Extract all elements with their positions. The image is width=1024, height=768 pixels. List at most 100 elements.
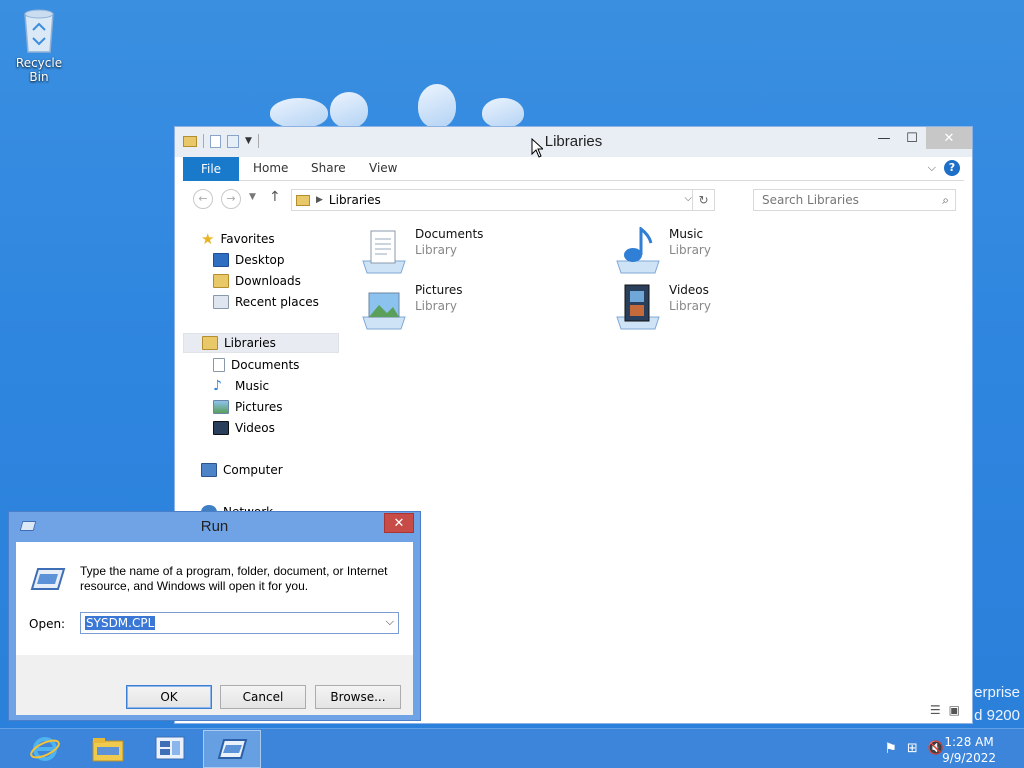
details-view-icon[interactable]: ☰ [930, 703, 941, 717]
nav-favorites[interactable]: ★ Favorites [201, 229, 275, 249]
refresh-icon[interactable]: ↻ [692, 190, 714, 210]
nav-documents[interactable]: Documents [213, 355, 299, 375]
chevron-down-icon[interactable]: ⌵ [386, 615, 394, 629]
back-button[interactable]: ← [193, 189, 213, 209]
documents-icon [213, 358, 225, 372]
libraries-icon [202, 336, 218, 350]
library-music[interactable]: Music Library [615, 227, 711, 275]
address-row: ← → ▼ ↑ ▶ Libraries ⌵ ↻ Search Libraries… [183, 181, 964, 217]
tab-file[interactable]: File [183, 157, 239, 181]
nav-label: Recent places [235, 295, 319, 309]
recent-places-icon [213, 295, 229, 309]
minimize-button[interactable]: — [870, 127, 898, 149]
clock[interactable]: 1:28 AM 9/9/2022 [942, 734, 996, 766]
recent-locations-icon[interactable]: ▼ [249, 192, 256, 202]
nav-label: Computer [223, 463, 283, 477]
documents-library-icon [362, 230, 406, 274]
nav-computer[interactable]: Computer [201, 460, 283, 480]
network-icon[interactable]: ⊞ [907, 741, 918, 757]
nav-pictures[interactable]: Pictures [213, 397, 283, 417]
address-bar[interactable]: ▶ Libraries ⌵ ↻ [291, 189, 715, 211]
close-button[interactable]: ✕ [926, 127, 972, 149]
file-explorer-button[interactable] [79, 730, 137, 768]
computer-icon [201, 463, 217, 477]
library-type: Library [669, 299, 711, 313]
address-dropdown-icon[interactable]: ⌵ [684, 193, 692, 204]
library-name: Music [669, 227, 704, 241]
wallpaper-petal [418, 84, 456, 128]
nav-label: Pictures [235, 400, 283, 414]
window-controls: — ☐ ✕ [870, 127, 972, 149]
open-input-value[interactable]: SYSDM.CPL [85, 616, 156, 630]
run-titlebar[interactable]: Run ✕ [9, 512, 420, 542]
search-icon[interactable]: ⌕ [942, 190, 949, 210]
nav-label: Downloads [235, 274, 301, 288]
status-bar: ☰ ▣ [930, 703, 960, 717]
close-button[interactable]: ✕ [384, 513, 414, 533]
watermark-line2: d 9200 [974, 707, 1020, 724]
nav-videos[interactable]: Videos [213, 418, 275, 438]
ok-button[interactable]: OK [126, 685, 212, 709]
search-input[interactable]: Search Libraries ⌕ [753, 189, 956, 211]
file-explorer-icon [92, 738, 124, 762]
taskbar: ⚑ ⊞ 🔇 1:28 AM 9/9/2022 [0, 728, 1024, 768]
library-videos[interactable]: Videos Library [615, 283, 711, 331]
forward-button[interactable]: → [221, 189, 241, 209]
recycle-bin-icon [24, 9, 54, 53]
action-center-flag-icon[interactable]: ⚑ [884, 741, 897, 757]
run-taskbar-button[interactable] [203, 730, 261, 768]
content-pane: Documents Library Music Library Pictures Li… [359, 223, 964, 699]
clock-time: 1:28 AM [944, 735, 994, 749]
server-manager-icon [155, 736, 185, 760]
breadcrumb-separator-icon: ▶ [316, 195, 323, 205]
library-pictures[interactable]: Pictures Library [361, 283, 463, 331]
up-button[interactable]: ↑ [269, 189, 281, 205]
maximize-button[interactable]: ☐ [898, 127, 926, 149]
pictures-library-icon [362, 292, 406, 330]
library-name: Videos [669, 283, 709, 297]
search-placeholder: Search Libraries [762, 193, 859, 207]
tab-share[interactable]: Share [311, 161, 346, 175]
desktop-icon [213, 253, 229, 267]
library-type: Library [415, 243, 457, 257]
server-manager-button[interactable] [141, 730, 199, 768]
open-combobox[interactable]: SYSDM.CPL ⌵ [80, 612, 399, 634]
nav-desktop[interactable]: Desktop [213, 250, 285, 270]
cancel-button[interactable]: Cancel [220, 685, 306, 709]
library-documents[interactable]: Documents Library [361, 227, 483, 275]
nav-libraries[interactable]: Libraries [183, 333, 339, 353]
nav-downloads[interactable]: Downloads [213, 271, 301, 291]
run-dialog: Run ✕ Type the name of a program, folder… [8, 511, 421, 721]
tab-home[interactable]: Home [253, 161, 288, 175]
expand-ribbon-icon[interactable]: ⌵ [928, 161, 936, 175]
nav-label: Videos [235, 421, 275, 435]
run-message: Type the name of a program, folder, docu… [80, 564, 388, 593]
internet-explorer-icon [30, 737, 60, 761]
library-name: Documents [415, 227, 484, 241]
help-icon[interactable]: ? [944, 160, 960, 176]
run-body: Type the name of a program, folder, docu… [16, 542, 413, 655]
nav-label: Favorites [220, 232, 275, 246]
nav-recent-places[interactable]: Recent places [213, 292, 319, 312]
music-icon: ♪ [213, 378, 222, 394]
recycle-bin[interactable]: Recycle Bin [6, 6, 72, 84]
nav-label: Documents [231, 358, 300, 372]
nav-label: Desktop [235, 253, 285, 267]
downloads-icon [213, 274, 229, 288]
videos-icon [213, 421, 229, 435]
nav-music[interactable]: ♪ Music [213, 376, 269, 396]
internet-explorer-button[interactable] [16, 730, 74, 768]
watermark-line1: erprise [974, 684, 1020, 701]
tab-view[interactable]: View [369, 161, 397, 175]
library-type: Library [415, 299, 457, 313]
library-type: Library [669, 243, 711, 257]
explorer-titlebar[interactable]: ▼ Libraries — ☐ ✕ [175, 127, 972, 157]
wallpaper-petal [330, 92, 368, 128]
mouse-cursor-icon [531, 138, 543, 158]
videos-library-icon [616, 284, 660, 330]
breadcrumb[interactable]: Libraries [329, 193, 381, 207]
large-icons-view-icon[interactable]: ▣ [949, 703, 960, 717]
run-icon [217, 739, 248, 759]
browse-button[interactable]: Browse... [315, 685, 401, 709]
star-icon: ★ [201, 230, 215, 248]
